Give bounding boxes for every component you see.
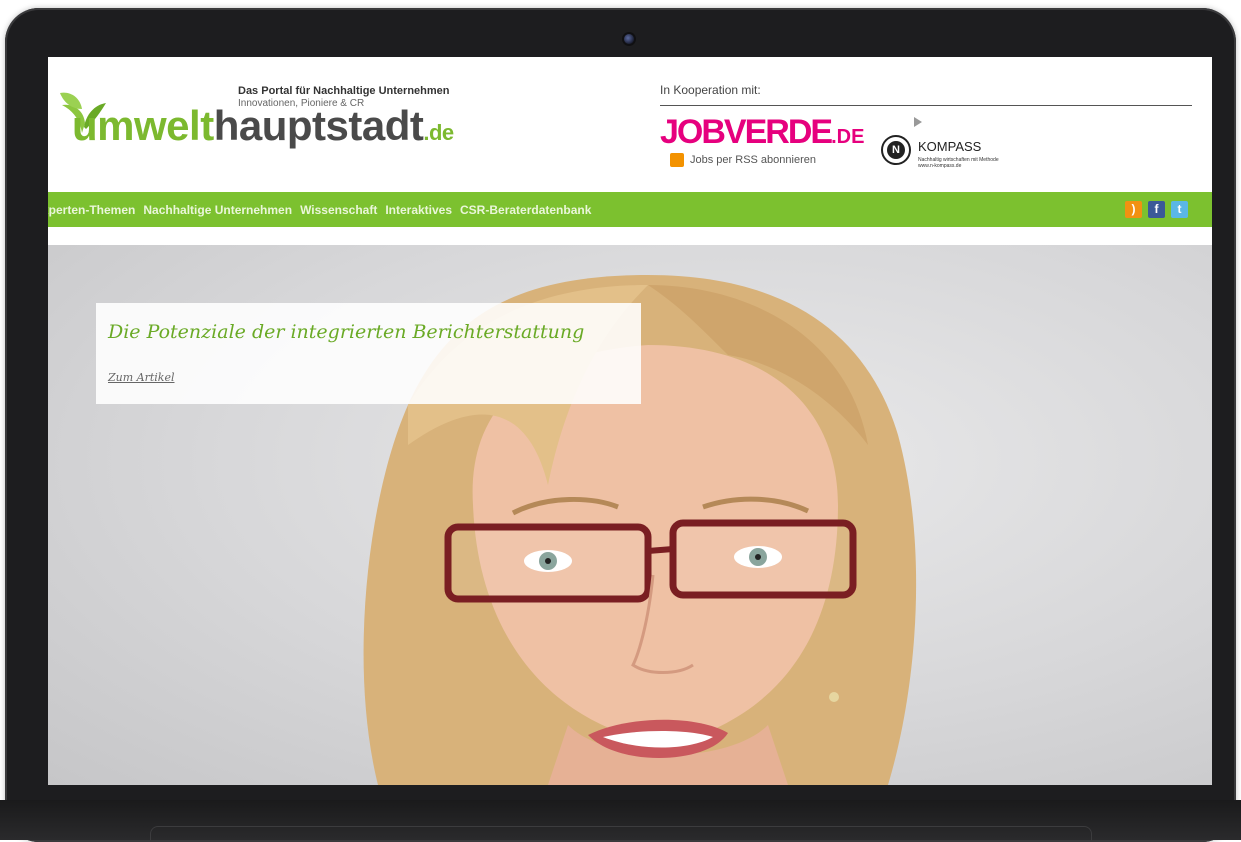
- main-nav: xperten-Themen Nachhaltige Unternehmen W…: [48, 192, 1212, 227]
- featured-article-link[interactable]: Zum Artikel: [108, 371, 175, 384]
- kompass-letter: N: [887, 141, 905, 159]
- cooperation-label: In Kooperation mit:: [660, 83, 761, 97]
- logo-de: .de: [423, 120, 454, 145]
- browser-screen: Das Portal für Nachhaltige Unternehmen I…: [48, 57, 1212, 785]
- logo-hauptstadt: hauptstadt: [213, 102, 424, 149]
- kompass-name[interactable]: KOMPASS: [918, 139, 981, 154]
- featured-article-title[interactable]: Die Potenziale der integrierten Berichte…: [108, 321, 584, 343]
- rss-feed-icon[interactable]: ): [1125, 201, 1142, 218]
- twitter-icon[interactable]: t: [1171, 201, 1188, 218]
- facebook-icon[interactable]: f: [1148, 201, 1165, 218]
- rss-icon[interactable]: [670, 153, 684, 167]
- jobverde-suffix: .DE: [831, 126, 865, 148]
- site-logo[interactable]: umwelthauptstadt.de: [72, 101, 454, 158]
- featured-article-box: Die Potenziale der integrierten Berichte…: [96, 303, 641, 404]
- nav-items: xperten-Themen Nachhaltige Unternehmen W…: [48, 192, 599, 227]
- nav-item-interaktives[interactable]: Interaktives: [385, 203, 452, 217]
- kompass-arrow-icon: [914, 117, 922, 127]
- jobverde-text: JOBVERDE: [660, 113, 833, 151]
- logo-umwelt: umwelt: [72, 102, 214, 149]
- logo-tagline: Das Portal für Nachhaltige Unternehmen: [238, 85, 450, 97]
- laptop-hinge: [150, 826, 1092, 841]
- nav-item-nachhaltige-unternehmen[interactable]: Nachhaltige Unternehmen: [143, 203, 292, 217]
- kompass-logo-icon[interactable]: N: [881, 135, 911, 165]
- nav-item-experten-themen[interactable]: xperten-Themen: [48, 203, 135, 217]
- rss-subscribe-link[interactable]: Jobs per RSS abonnieren: [690, 154, 816, 166]
- jobverde-logo[interactable]: JOBVERDE.DE: [660, 113, 864, 156]
- kompass-subtitle: Nachhaltig wirtschaften mit Methode www.…: [918, 157, 999, 169]
- webcam-icon: [624, 34, 634, 44]
- cooperation-divider: [660, 105, 1192, 106]
- hero-banner[interactable]: Die Potenziale der integrierten Berichte…: [48, 245, 1212, 785]
- kompass-sub-line2: www.n-kompass.de: [918, 163, 962, 169]
- nav-item-wissenschaft[interactable]: Wissenschaft: [300, 203, 377, 217]
- nav-item-csr-beraterdatenbank[interactable]: CSR-Beraterdatenbank: [460, 203, 591, 217]
